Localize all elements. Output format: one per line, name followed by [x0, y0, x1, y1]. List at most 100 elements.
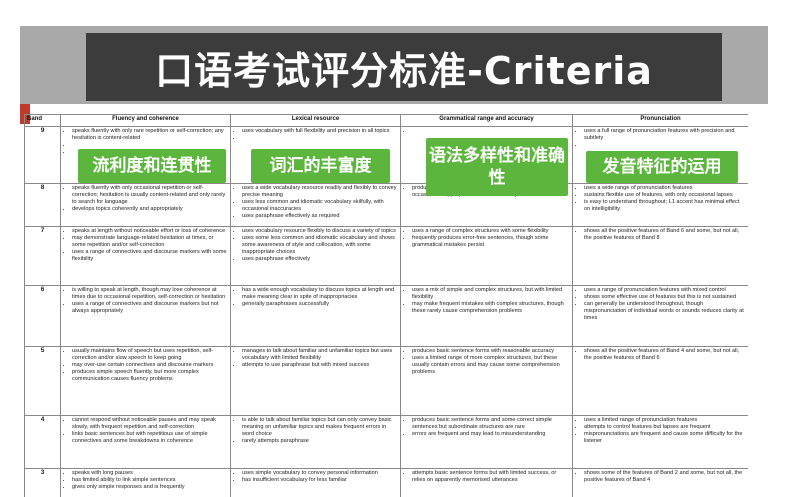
descriptor-item: sustains flexible use of features, with …: [584, 192, 746, 199]
descriptor-item: uses a wide range of pronunciation featu…: [584, 185, 746, 192]
pronunciation-cell: uses a range of pronunciation features w…: [572, 285, 748, 347]
descriptor-item: [584, 142, 746, 149]
label-lexical: 词汇的丰富度: [251, 149, 390, 183]
descriptor-item: attempts to use paraphrase but with mixe…: [242, 362, 398, 369]
descriptor-item: errors are frequent and may lead to misu…: [412, 431, 570, 438]
fluency-descriptor-list: cannot respond without noticeable pauses…: [63, 417, 228, 445]
descriptor-item: speaks with long pauses: [72, 470, 228, 477]
descriptor-item: speaks fluently with only rare repetitio…: [72, 128, 228, 142]
descriptor-item: gives only simple responses and is frequ…: [72, 484, 228, 491]
grammar-descriptor-list: [403, 128, 570, 135]
band-cell: 4: [24, 415, 61, 469]
table-row: 6 is willing to speak at length, though m…: [24, 285, 748, 347]
table-row: 8 speaks fluently with only occasional re…: [24, 183, 748, 227]
descriptor-item: frequently produces error-free sentences…: [412, 235, 570, 249]
descriptor-item: attempts basic sentence forms but with l…: [412, 470, 570, 484]
header-pronunciation: Pronunciation: [572, 114, 748, 127]
lexical-cell: has a wide enough vocabulary to discuss …: [230, 285, 401, 347]
descriptor-item: uses a wide vocabulary resource readily …: [242, 185, 398, 199]
descriptor-item: speaks fluently with only occasional rep…: [72, 185, 228, 206]
pronunciation-descriptor-list: shows all the positive features of Band …: [575, 228, 746, 242]
descriptor-item: uses vocabulary with full flexibility an…: [242, 128, 398, 135]
fluency-cell: speaks with long pauseshas limited abili…: [60, 468, 231, 497]
pronunciation-descriptor-list: uses a range of pronunciation features w…: [575, 287, 746, 322]
table-row: 5 usually maintains flow of speech but us…: [24, 346, 748, 416]
band-cell: 8: [24, 183, 61, 227]
fluency-cell: is willing to speak at length, though ma…: [60, 285, 231, 347]
label-fluency: 流利度和连贯性: [78, 149, 226, 183]
descriptor-item: produces basic sentence forms with reaso…: [412, 348, 570, 355]
label-pronunciation: 发音特征的运用: [586, 151, 738, 183]
lexical-cell: manages to talk about familiar and unfam…: [230, 346, 401, 416]
descriptor-item: uses a limited range of more complex str…: [412, 355, 570, 376]
descriptor-item: shows all the positive features of Band …: [584, 228, 746, 242]
grammar-cell: uses a mix of simple and complex structu…: [400, 285, 573, 347]
label-grammar: 语法多样性和准确性: [426, 138, 568, 196]
fluency-descriptor-list: speaks with long pauseshas limited abili…: [63, 470, 228, 491]
grammar-cell: attempts basic sentence forms but with l…: [400, 468, 573, 497]
fluency-cell: speaks fluently with only occasional rep…: [60, 183, 231, 227]
descriptor-item: is able to talk about familiar topics bu…: [242, 417, 398, 438]
descriptor-item: uses a range of complex structures with …: [412, 228, 570, 235]
descriptor-item: rarely attempts paraphrase: [242, 438, 398, 445]
fluency-cell: cannot respond without noticeable pauses…: [60, 415, 231, 469]
descriptor-item: shows all the positive features of Band …: [584, 348, 746, 362]
band-cell: 5: [24, 346, 61, 416]
descriptor-item: may over-use certain connectives and dis…: [72, 362, 228, 369]
pronunciation-cell: shows some of the features of Band 2 and…: [572, 468, 748, 497]
descriptor-item: speaks at length without noticeable effo…: [72, 228, 228, 235]
lexical-descriptor-list: has a wide enough vocabulary to discuss …: [233, 287, 398, 308]
table-row: 3speaks with long pauseshas limited abil…: [24, 468, 748, 497]
pronunciation-cell: shows all the positive features of Band …: [572, 226, 748, 286]
descriptor-item: has limited ability to link simple sente…: [72, 477, 228, 484]
table-row: 7 speaks at length without noticeable eff…: [24, 226, 748, 286]
lexical-descriptor-list: manages to talk about familiar and unfam…: [233, 348, 398, 369]
descriptor-item: uses a range of connectives and discours…: [72, 249, 228, 263]
slide-title: 口语考试评分标准-Criteria: [155, 48, 653, 93]
grammar-cell: produces basic sentence forms with reaso…: [400, 346, 573, 416]
descriptor-item: has insufficient vocabulary for less fam…: [242, 477, 398, 484]
table-row: 4 cannot respond without noticeable pause…: [24, 415, 748, 469]
descriptor-item: produces basic sentence forms and some c…: [412, 417, 570, 431]
pronunciation-descriptor-list: shows all the positive features of Band …: [575, 348, 746, 362]
pronunciation-cell: uses a limited range of pronunciation fe…: [572, 415, 748, 469]
lexical-cell: uses vocabulary resource flexibly to dis…: [230, 226, 401, 286]
descriptor-item: can generally be understood throughout, …: [584, 301, 746, 322]
pronunciation-cell: shows all the positive features of Band …: [572, 346, 748, 416]
lexical-descriptor-list: uses vocabulary resource flexibly to dis…: [233, 228, 398, 263]
descriptor-item: uses a range of pronunciation features w…: [584, 287, 746, 294]
descriptor-item: may demonstrate language-related hesitat…: [72, 235, 228, 249]
descriptor-item: cannot respond without noticeable pauses…: [72, 417, 228, 431]
descriptor-item: produces simple speech fluently, but mor…: [72, 369, 228, 383]
pronunciation-descriptor-list: uses a full range of pronunciation featu…: [575, 128, 746, 149]
band-cell: 3: [24, 468, 61, 497]
grammar-cell: produces basic sentence forms and some c…: [400, 415, 573, 469]
header-grammar: Grammatical range and accuracy: [400, 114, 573, 127]
descriptor-item: uses vocabulary resource flexibly to dis…: [242, 228, 398, 235]
grammar-cell: uses a range of complex structures with …: [400, 226, 573, 286]
pronunciation-cell: uses a wide range of pronunciation featu…: [572, 183, 748, 227]
lexical-descriptor-list: uses a wide vocabulary resource readily …: [233, 185, 398, 220]
descriptor-item: uses some less common and idiomatic voca…: [242, 235, 398, 256]
descriptor-item: may make frequent mistakes with complex …: [412, 301, 570, 315]
band-cell: 6: [24, 285, 61, 347]
lexical-cell: uses simple vocabulary to convey persona…: [230, 468, 401, 497]
descriptor-item: uses less common and idiomatic vocabular…: [242, 199, 398, 213]
pronunciation-descriptor-list: uses a wide range of pronunciation featu…: [575, 185, 746, 213]
fluency-cell: usually maintains flow of speech but use…: [60, 346, 231, 416]
fluency-descriptor-list: usually maintains flow of speech but use…: [63, 348, 228, 383]
grammar-descriptor-list: produces basic sentence forms with reaso…: [403, 348, 570, 376]
descriptor-item: is easy to understand throughout; L1 acc…: [584, 199, 746, 213]
descriptor-item: has a wide enough vocabulary to discuss …: [242, 287, 398, 301]
descriptor-item: uses paraphrase effectively: [242, 256, 398, 263]
header-fluency: Fluency and coherence: [60, 114, 231, 127]
fluency-descriptor-list: speaks at length without noticeable effo…: [63, 228, 228, 263]
fluency-descriptor-list: speaks fluently with only occasional rep…: [63, 185, 228, 213]
descriptor-item: is willing to speak at length, though ma…: [72, 287, 228, 301]
descriptor-item: uses paraphrase effectively as required: [242, 213, 398, 220]
lexical-descriptor-list: uses vocabulary with full flexibility an…: [233, 128, 398, 142]
descriptor-item: uses a mix of simple and complex structu…: [412, 287, 570, 301]
header-lexical: Lexical resource: [230, 114, 401, 127]
grammar-descriptor-list: produces basic sentence forms and some c…: [403, 417, 570, 438]
fluency-descriptor-list: is willing to speak at length, though ma…: [63, 287, 228, 315]
